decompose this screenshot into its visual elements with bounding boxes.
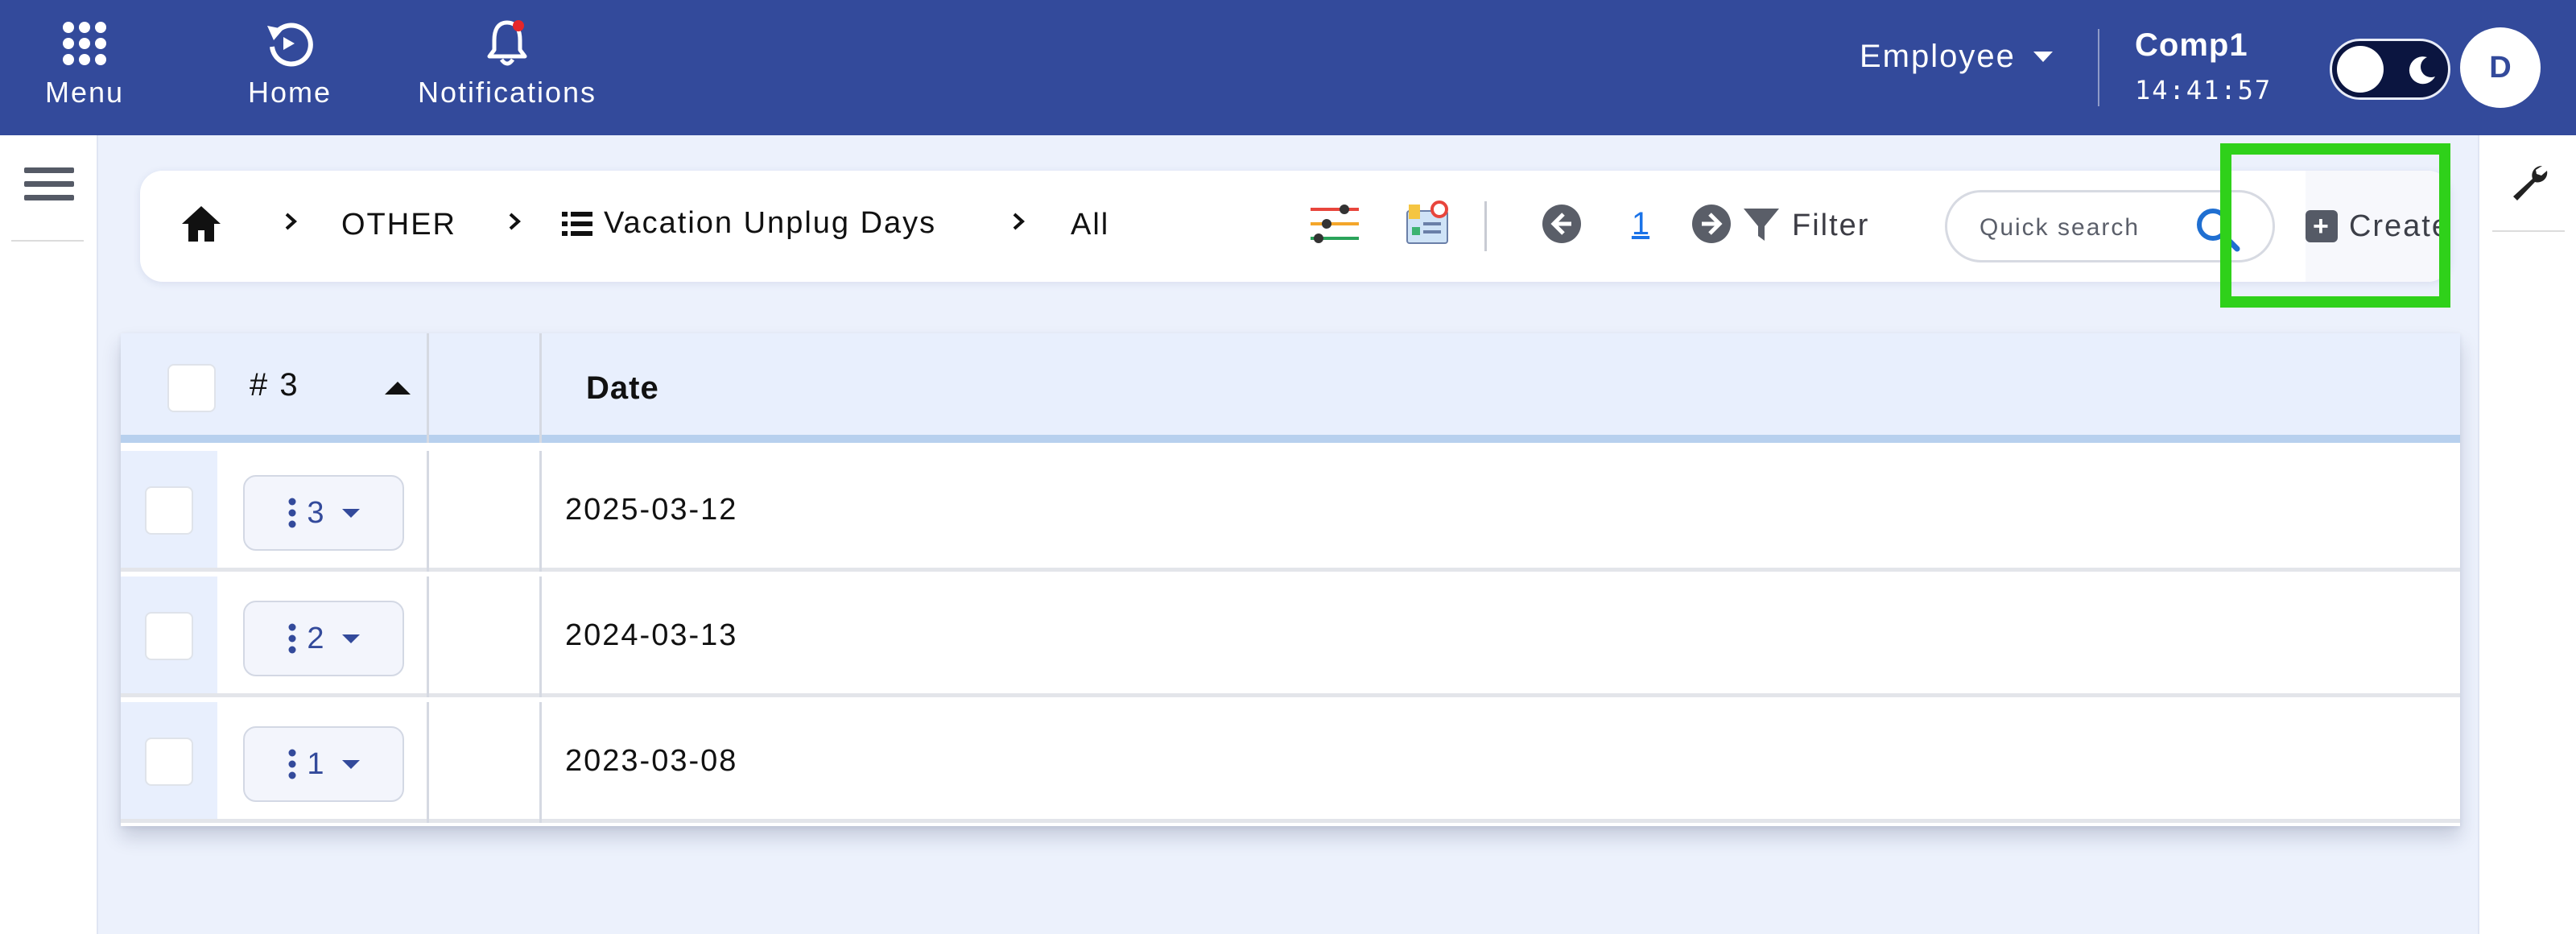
list-icon bbox=[562, 211, 592, 236]
kebab-icon bbox=[288, 749, 296, 779]
create-button[interactable]: + Create bbox=[2306, 171, 2450, 282]
table-row[interactable]: 3 2025-03-12 bbox=[121, 451, 2460, 572]
role-dropdown[interactable]: Employee bbox=[1860, 32, 2053, 81]
column-divider bbox=[539, 333, 542, 443]
column-divider bbox=[539, 451, 542, 572]
caret-down-icon bbox=[341, 508, 360, 518]
page-number[interactable]: 1 bbox=[1620, 201, 1662, 246]
notifications-label: Notifications bbox=[417, 76, 597, 109]
row-actions-menu[interactable]: 2 bbox=[243, 601, 404, 676]
notifications-button[interactable]: Notifications bbox=[402, 18, 612, 118]
record-count: # 3 bbox=[250, 367, 299, 403]
rail-divider bbox=[11, 240, 84, 242]
arrow-left-icon[interactable] bbox=[1541, 203, 1583, 245]
menu-button[interactable]: Menu bbox=[32, 18, 137, 118]
company-info: Comp1 14:41:57 bbox=[2135, 27, 2272, 105]
caret-down-icon bbox=[341, 634, 360, 643]
home-button[interactable]: Home bbox=[233, 18, 346, 118]
toggle-knob bbox=[2337, 46, 2384, 93]
arrow-right-icon[interactable] bbox=[1690, 203, 1732, 245]
chevron-right-icon bbox=[1009, 213, 1027, 230]
column-divider bbox=[427, 333, 429, 443]
select-all-checkbox[interactable] bbox=[167, 364, 216, 412]
column-divider bbox=[427, 577, 429, 697]
breadcrumb-vacation-unplug-days[interactable]: Vacation Unplug Days bbox=[562, 206, 936, 241]
plus-icon: + bbox=[2306, 210, 2338, 242]
table-row[interactable]: 1 2023-03-08 bbox=[121, 702, 2460, 823]
bell-icon bbox=[479, 18, 535, 69]
row-date: 2024-03-13 bbox=[565, 618, 738, 652]
company-name: Comp1 bbox=[2135, 27, 2248, 63]
column-divider bbox=[427, 451, 429, 572]
row-number: 3 bbox=[307, 495, 324, 530]
table-header: # 3 Date bbox=[121, 333, 2460, 443]
create-label: Create bbox=[2348, 209, 2450, 243]
filter-icon bbox=[1744, 209, 1779, 241]
left-rail bbox=[0, 135, 98, 934]
right-rail bbox=[2478, 135, 2576, 934]
row-number: 2 bbox=[307, 621, 324, 655]
search-input[interactable] bbox=[1979, 210, 2197, 246]
column-divider bbox=[539, 577, 542, 697]
home-icon[interactable] bbox=[180, 201, 225, 246]
moon-icon bbox=[2409, 56, 2435, 85]
chevron-right-icon bbox=[506, 213, 523, 230]
row-number: 1 bbox=[307, 746, 324, 781]
rail-divider bbox=[2492, 230, 2565, 232]
row-checkbox[interactable] bbox=[145, 486, 193, 535]
search-icon[interactable] bbox=[2194, 205, 2240, 252]
report-icon[interactable] bbox=[1401, 198, 1454, 251]
top-bar: Menu Home Notifications Employee Comp1 1… bbox=[0, 0, 2576, 135]
row-actions-menu[interactable]: 1 bbox=[243, 726, 404, 802]
breadcrumb-all[interactable]: All bbox=[1071, 208, 1109, 242]
chevron-right-icon bbox=[282, 213, 299, 230]
avatar[interactable]: D bbox=[2460, 27, 2541, 108]
breadcrumb-vacation-label: Vacation Unplug Days bbox=[604, 206, 937, 240]
topbar-divider bbox=[2098, 29, 2099, 106]
quick-search bbox=[1945, 190, 2275, 262]
column-divider bbox=[427, 702, 429, 823]
row-checkbox[interactable] bbox=[145, 738, 193, 786]
wrench-icon[interactable] bbox=[2510, 163, 2550, 203]
row-date: 2023-03-08 bbox=[565, 744, 738, 778]
theme-toggle[interactable] bbox=[2330, 39, 2450, 100]
menu-label: Menu bbox=[44, 76, 125, 109]
toolbar-divider bbox=[1484, 201, 1487, 251]
row-actions-menu[interactable]: 3 bbox=[243, 475, 404, 551]
menu-grid-icon bbox=[56, 18, 113, 69]
sliders-icon[interactable] bbox=[1309, 198, 1362, 251]
main-content: OTHER Vacation Unplug Days All 1 Filter … bbox=[98, 135, 2478, 934]
home-label: Home bbox=[247, 76, 332, 109]
column-divider bbox=[539, 702, 542, 823]
records-table: # 3 Date 3 2025-03-12 2 2024-03-13 1 202… bbox=[121, 333, 2460, 826]
table-row[interactable]: 2 2024-03-13 bbox=[121, 577, 2460, 697]
hamburger-icon[interactable] bbox=[24, 167, 74, 209]
toolbar: OTHER Vacation Unplug Days All 1 Filter … bbox=[140, 171, 2450, 282]
row-date: 2025-03-12 bbox=[565, 493, 738, 527]
kebab-icon bbox=[288, 498, 296, 528]
home-refresh-icon bbox=[262, 18, 318, 69]
row-checkbox[interactable] bbox=[145, 612, 193, 660]
role-value: Employee bbox=[1860, 38, 2016, 74]
caret-down-icon bbox=[2033, 51, 2053, 62]
filter-label: Filter bbox=[1792, 208, 1870, 242]
breadcrumb-other[interactable]: OTHER bbox=[341, 208, 456, 242]
sort-up-icon[interactable] bbox=[385, 382, 411, 395]
clock: 14:41:57 bbox=[2135, 75, 2273, 105]
caret-down-icon bbox=[341, 759, 360, 769]
date-column-header[interactable]: Date bbox=[586, 370, 659, 407]
filter-button[interactable]: Filter bbox=[1742, 200, 1869, 251]
kebab-icon bbox=[288, 623, 296, 654]
